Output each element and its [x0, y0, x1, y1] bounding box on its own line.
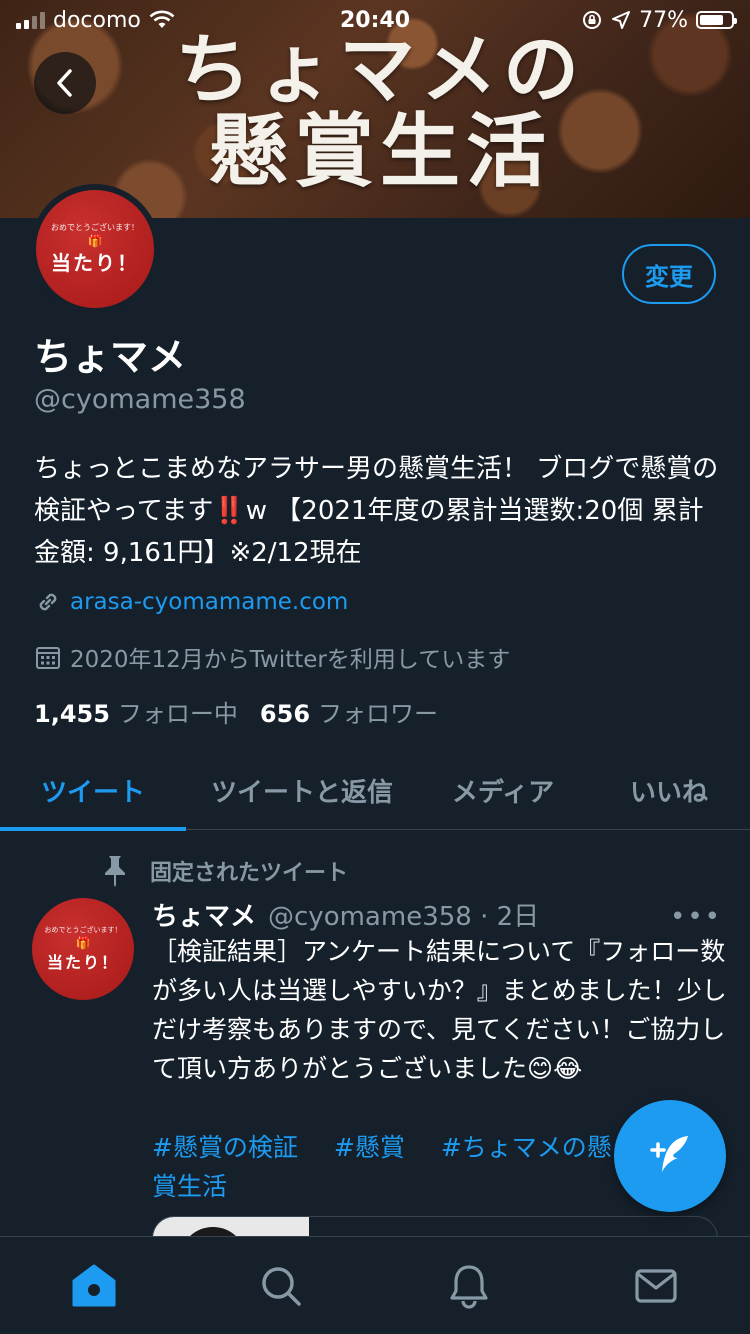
wifi-icon — [149, 10, 175, 28]
home-icon — [72, 1264, 116, 1306]
joined-text: 2020年12月からTwitterを利用しています — [70, 647, 511, 673]
tab-media[interactable]: メディア — [418, 750, 588, 830]
nav-messages[interactable] — [616, 1246, 696, 1326]
profile-tabs: ツイート ツイートと返信 メディア いいね — [0, 750, 750, 831]
profile-avatar[interactable]: おめでとうございます！ 🎁 当たり！ — [30, 184, 160, 314]
joined-row: 2020年12月からTwitterを利用しています — [34, 640, 510, 674]
follow-stats: 1,455 フォロー中 656 フォロワー — [34, 694, 438, 729]
tweet-author-handle: @cyomame358 · 2日 — [268, 902, 540, 932]
tab-tweets[interactable]: ツイート — [0, 750, 186, 831]
profile-handle: @cyomame358 — [34, 384, 246, 415]
rotation-lock-icon — [583, 11, 602, 29]
tweet-author-name[interactable]: ちょマメ — [152, 896, 256, 933]
banner-title-line1: ちょマメの — [175, 25, 585, 114]
followers-label: フォロワー — [318, 700, 439, 728]
battery-percent: 77% — [639, 7, 688, 33]
profile-bio: ちょっとこまめなアラサー男の懸賞生活！ ブログで懸賞の検証やってます‼️w 【2… — [34, 454, 719, 568]
followers-link[interactable]: 656 フォロワー — [260, 694, 438, 729]
pinned-tweet-label: 固定されたツイート — [100, 854, 348, 888]
banner-title: ちょマメの 懸賞生活 — [150, 30, 610, 194]
tab-tweets-and-replies[interactable]: ツイートと返信 — [186, 750, 418, 830]
signal-icon — [16, 11, 45, 29]
back-button[interactable] — [34, 52, 96, 114]
link-icon — [39, 593, 57, 611]
nav-home[interactable] — [54, 1246, 134, 1326]
edit-profile-button[interactable]: 変更 — [622, 244, 716, 304]
calendar-icon — [36, 647, 60, 669]
following-label: フォロー中 — [117, 700, 238, 728]
avatar-congrats-text: おめでとうございます！ — [51, 223, 139, 232]
gift-icon: 🎁 — [75, 936, 91, 950]
gift-icon: 🎁 — [87, 234, 103, 248]
tweet-avatar[interactable]: おめでとうございます！ 🎁 当たり！ — [32, 898, 134, 1000]
nav-notifications[interactable] — [429, 1246, 509, 1326]
bell-icon — [450, 1264, 488, 1309]
tweet-avatar-congrats-text: おめでとうございます！ — [44, 926, 122, 934]
following-link[interactable]: 1,455 フォロー中 — [34, 694, 238, 729]
following-count: 1,455 — [34, 700, 110, 728]
location-icon — [612, 11, 631, 29]
status-right: 77% — [581, 7, 737, 33]
battery-icon — [696, 11, 737, 29]
mail-icon — [635, 1268, 677, 1303]
battery-fill — [700, 15, 724, 25]
banner-title-line2: 懸賞生活 — [208, 104, 552, 198]
pinned-text: 固定されたツイート — [150, 861, 349, 886]
profile-link-row[interactable]: arasa-cyomamame.com — [34, 588, 348, 616]
followers-count: 656 — [259, 700, 311, 728]
compose-feather-icon — [650, 1136, 688, 1172]
status-bar: docomo 20:40 77% — [0, 0, 750, 40]
tweet-avatar-main-text: 当たり！ — [46, 953, 119, 972]
compose-tweet-button[interactable] — [614, 1100, 726, 1212]
avatar-main-text: 当たり！ — [51, 251, 139, 275]
status-time: 20:40 — [340, 7, 411, 33]
display-name: ちょマメ — [34, 335, 187, 379]
status-left: docomo — [16, 8, 175, 33]
nav-search[interactable] — [241, 1246, 321, 1326]
bottom-nav — [0, 1236, 750, 1334]
more-options-icon[interactable]: ••• — [670, 902, 722, 932]
tweet-avatar-disc: おめでとうございます！ 🎁 当たり！ — [32, 898, 134, 1000]
pin-icon — [105, 856, 125, 887]
search-icon — [262, 1266, 301, 1306]
profile-link[interactable]: arasa-cyomamame.com — [70, 589, 348, 615]
hashtag-link[interactable]: #懸賞 — [334, 1133, 405, 1162]
carrier-label: docomo — [53, 7, 141, 33]
tweet-hashtags: #懸賞の検証 #懸賞 #ちょマメの懸賞生活 — [152, 1128, 622, 1206]
avatar-disc: おめでとうございます！ 🎁 当たり！ — [36, 190, 154, 308]
tab-likes[interactable]: いいね — [588, 750, 750, 830]
hashtag-link[interactable]: #懸賞の検証 — [152, 1133, 298, 1162]
chevron-left-icon — [57, 69, 72, 97]
tweet-text: ［検証結果］アンケート結果について『フォロー数が多い人は当選しやすいか？』まとめ… — [152, 937, 727, 1083]
tweet-header: ちょマメ @cyomame358 · 2日 ••• — [152, 896, 722, 933]
